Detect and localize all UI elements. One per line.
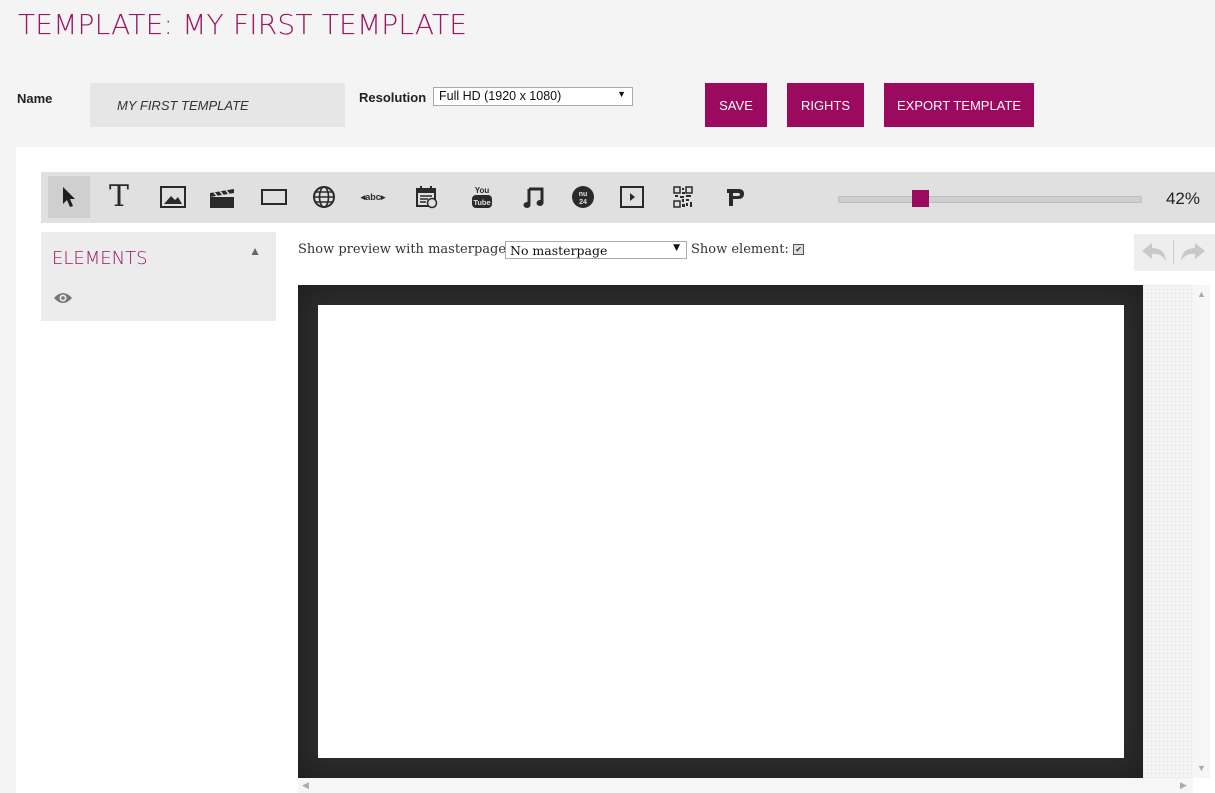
resolution-label: Resolution <box>359 90 427 105</box>
svg-text:Tube: Tube <box>473 198 490 207</box>
qr-code-icon[interactable] <box>662 176 704 218</box>
calendar-icon[interactable] <box>406 176 448 218</box>
undo-redo-divider <box>1173 240 1174 264</box>
toolbar: T ◂abc▸ You Tube nu 24 42% <box>41 172 1215 223</box>
parking-icon[interactable] <box>714 176 756 218</box>
eye-icon[interactable] <box>53 291 73 310</box>
undo-icon[interactable] <box>1140 240 1168 269</box>
scroll-down-icon[interactable]: ▼ <box>1197 763 1206 773</box>
svg-text:You: You <box>475 186 490 195</box>
select-tool-icon[interactable] <box>48 176 90 218</box>
scroll-left-icon[interactable]: ◀ <box>302 780 309 791</box>
export-template-button[interactable]: EXPORT TEMPLATE <box>884 83 1034 127</box>
undo-redo-group <box>1134 234 1215 271</box>
horizontal-scrollbar[interactable]: ◀ ▶ <box>298 778 1193 793</box>
ticker-tool-icon[interactable]: ◂abc▸ <box>352 176 394 218</box>
zoom-slider-track[interactable] <box>838 196 1142 203</box>
scroll-up-icon[interactable]: ▲ <box>1197 289 1206 299</box>
rights-button[interactable]: RIGHTS <box>787 83 864 127</box>
shape-tool-icon[interactable] <box>253 176 295 218</box>
canvas-grid <box>1143 285 1193 778</box>
show-element-toggle: Show element: ✔ <box>691 242 805 257</box>
vertical-scrollbar[interactable]: ▲ ▼ <box>1193 285 1210 778</box>
video-tool-icon[interactable] <box>201 176 243 218</box>
svg-text:24: 24 <box>579 199 587 206</box>
resolution-select[interactable]: Full HD (1920 x 1080) ▼ <box>433 87 633 106</box>
chevron-down-icon: ▼ <box>673 243 680 253</box>
chevron-down-icon: ▼ <box>617 89 626 99</box>
music-note-icon[interactable] <box>513 176 555 218</box>
zoom-slider-handle[interactable] <box>912 190 929 207</box>
collapse-up-icon[interactable]: ▲ <box>249 244 261 258</box>
resolution-value: Full HD (1920 x 1080) <box>439 89 562 103</box>
scroll-right-icon[interactable]: ▶ <box>1180 780 1187 791</box>
image-tool-icon[interactable] <box>152 176 194 218</box>
redo-icon[interactable] <box>1179 240 1207 269</box>
play-icon[interactable] <box>611 176 653 218</box>
elements-panel: ELEMENTS ▲ <box>41 232 276 321</box>
page-title: TEMPLATE: MY FIRST TEMPLATE <box>18 8 468 41</box>
masterpage-label: Show preview with masterpage: <box>298 242 511 257</box>
template-name-input[interactable] <box>90 83 345 127</box>
elements-title: ELEMENTS <box>52 248 148 269</box>
masterpage-select[interactable]: No masterpage ▼ <box>505 241 687 259</box>
masterpage-value: No masterpage <box>510 243 608 258</box>
canvas-area: ▲ ▼ ◀ ▶ <box>298 285 1210 793</box>
svg-text:nu: nu <box>579 191 588 198</box>
zoom-level: 42% <box>1165 189 1200 208</box>
save-button[interactable]: SAVE <box>705 83 767 127</box>
name-label: Name <box>17 91 53 106</box>
show-element-label: Show element: <box>691 242 789 257</box>
template-canvas[interactable] <box>318 305 1124 758</box>
nu24-icon[interactable]: nu 24 <box>562 176 604 218</box>
globe-icon[interactable] <box>303 176 345 218</box>
show-element-checkbox[interactable]: ✔ <box>793 244 805 255</box>
canvas-frame <box>298 285 1143 778</box>
text-tool-icon[interactable]: T <box>98 176 140 218</box>
youtube-icon[interactable]: You Tube <box>461 176 503 218</box>
